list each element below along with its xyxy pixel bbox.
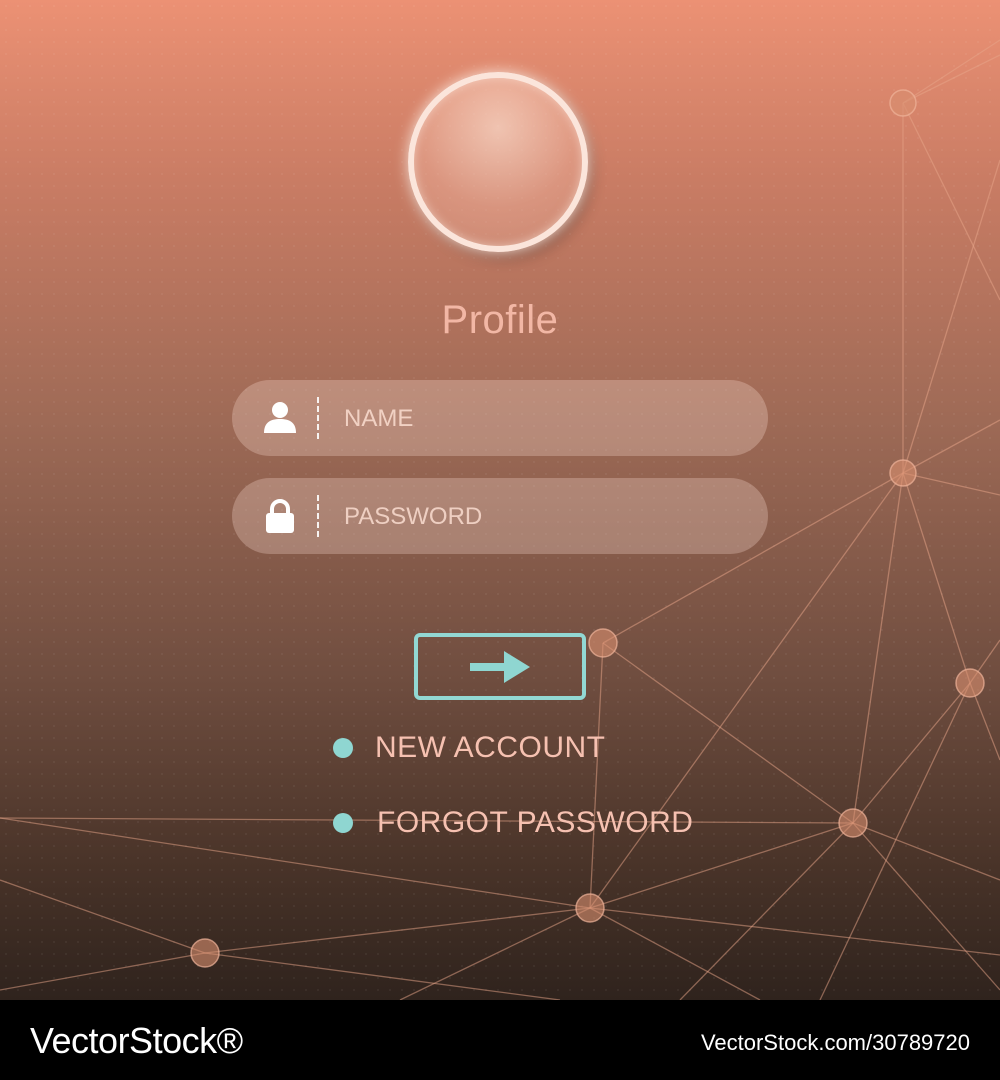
forgot-password-label: FORGOT PASSWORD [377,806,694,839]
profile-title: Profile [441,298,559,342]
submit-button[interactable] [414,633,586,700]
password-field[interactable] [232,478,768,554]
new-account-label: NEW ACCOUNT [375,731,606,764]
watermark-logo: VectorStock® [30,1020,243,1061]
name-field[interactable] [232,380,768,456]
arrow-right-icon [470,650,530,683]
user-icon [264,402,296,433]
network-node [575,893,605,923]
watermark-bar: VectorStock® VectorStock.com/30789720 [0,1000,1000,1080]
network-node [955,668,985,698]
network-node [190,938,220,968]
bullet-dot [333,738,353,758]
bullet-dot [333,813,353,833]
lock-icon [266,499,294,533]
network-node [588,628,618,658]
field-divider [317,495,319,537]
watermark-id: VectorStock.com/30789720 [700,1030,970,1055]
name-input[interactable] [342,398,746,440]
network-node [889,459,917,487]
forgot-password-link[interactable]: FORGOT PASSWORD [333,803,693,843]
login-screen: Profile NEW ACCOUNT FORGOT PASSWORD [0,0,1000,1000]
field-divider [317,397,319,439]
avatar[interactable] [408,72,588,252]
password-input[interactable] [342,496,746,538]
new-account-link[interactable]: NEW ACCOUNT [333,728,606,768]
network-node [889,89,917,117]
network-node [838,808,868,838]
